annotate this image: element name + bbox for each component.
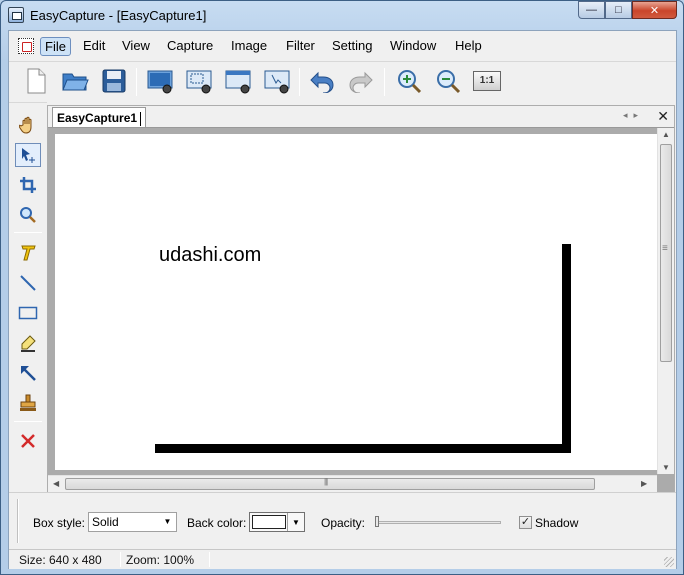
chevron-down-icon[interactable]: ▼ (287, 513, 304, 531)
opacity-slider[interactable] (375, 513, 501, 531)
arrow-tool-icon[interactable] (15, 361, 41, 385)
back-color-picker[interactable]: ▼ (249, 512, 305, 532)
redo-icon[interactable] (346, 66, 376, 96)
capture-fullscreen-icon[interactable] (145, 66, 175, 96)
undo-icon[interactable] (307, 66, 337, 96)
shadow-checkbox[interactable]: ✓ (519, 516, 532, 529)
stamp-icon[interactable] (15, 391, 41, 415)
scroll-left-icon[interactable]: ◀ (53, 479, 59, 488)
window-title: EasyCapture - [EasyCapture1] (30, 8, 207, 23)
opacity-label: Opacity: (321, 516, 366, 530)
zoom-in-icon[interactable] (394, 66, 424, 96)
close-button[interactable]: ✕ (632, 1, 677, 19)
vertical-scroll-thumb[interactable] (660, 144, 672, 362)
property-bar: Box style: Solid ▼ Back color: ▼ Opacity… (9, 492, 676, 548)
tab-scroll-left-icon[interactable]: ◂ (623, 110, 634, 120)
client-area: File Edit View Capture Image Filter Sett… (8, 30, 677, 569)
capture-object-icon[interactable] (262, 66, 292, 96)
crop-icon[interactable] (15, 173, 41, 197)
tab-scroll-right-icon[interactable]: ▸ (633, 110, 644, 120)
back-color-swatch (252, 515, 286, 529)
save-disk-icon[interactable] (99, 66, 129, 96)
document-tab-bar: EasyCapture1 ◂▸ ✕ (48, 106, 674, 128)
toolbar-grip[interactable] (17, 499, 19, 543)
status-image-size: Size: 640 x 480 (19, 553, 102, 567)
menu-setting[interactable]: Setting (328, 37, 376, 56)
text-tool-icon[interactable] (15, 241, 41, 265)
black-bar-horizontal (155, 444, 571, 453)
scroll-right-icon[interactable]: ▶ (641, 479, 647, 488)
resize-grip[interactable] (664, 557, 674, 567)
main-toolbar: 1:1 (9, 61, 676, 101)
menu-view[interactable]: View (118, 37, 154, 56)
magnifier-icon[interactable] (15, 203, 41, 227)
box-style-value: Solid (92, 515, 119, 529)
box-style-select[interactable]: Solid ▼ (88, 512, 177, 532)
scroll-up-icon[interactable]: ▲ (662, 130, 670, 139)
tab-label: EasyCapture1 (57, 111, 138, 125)
menu-edit[interactable]: Edit (79, 37, 109, 56)
menu-capture[interactable]: Capture (163, 37, 217, 56)
box-style-label: Box style: (33, 516, 86, 530)
window-controls: — □ ✕ (578, 1, 677, 19)
canvas-viewport: udashi.com ▲ ▼ ◀ ▶ (48, 128, 674, 492)
minimize-button[interactable]: — (578, 1, 605, 19)
capture-region-icon[interactable] (184, 66, 214, 96)
highlighter-icon[interactable] (15, 331, 41, 355)
actual-size-icon[interactable]: 1:1 (472, 66, 502, 96)
vertical-scrollbar[interactable]: ▲ ▼ (657, 128, 674, 474)
document-menu-icon[interactable] (18, 38, 34, 54)
hand-icon[interactable] (15, 113, 41, 137)
status-bar: Size: 640 x 480 Zoom: 100% (9, 549, 676, 569)
new-document-icon[interactable] (21, 66, 51, 96)
line-tool-icon[interactable] (15, 271, 41, 295)
menu-file[interactable]: File (40, 37, 71, 56)
scroll-down-icon[interactable]: ▼ (662, 463, 670, 472)
tab-scroll-buttons[interactable]: ◂▸ (623, 110, 644, 121)
actual-size-label: 1:1 (473, 71, 501, 91)
back-color-label: Back color: (187, 516, 247, 530)
title-bar[interactable]: EasyCapture - [EasyCapture1] — □ ✕ (1, 1, 683, 29)
maximize-button[interactable]: □ (605, 1, 632, 19)
horizontal-scroll-thumb[interactable] (65, 477, 595, 490)
menu-filter[interactable]: Filter (282, 37, 319, 56)
shadow-label: Shadow (535, 516, 579, 530)
rectangle-tool-icon[interactable] (15, 301, 41, 325)
delete-icon[interactable] (15, 429, 41, 453)
tab-close-icon[interactable]: ✕ (657, 108, 669, 125)
canvas-text: udashi.com (159, 244, 262, 266)
zoom-out-icon[interactable] (433, 66, 463, 96)
tab-easycapture1[interactable]: EasyCapture1 (52, 107, 147, 127)
menu-window[interactable]: Window (386, 37, 440, 56)
app-window: EasyCapture - [EasyCapture1] — □ ✕ File … (0, 0, 684, 575)
black-bar-vertical (562, 244, 571, 453)
menu-bar: File Edit View Capture Image Filter Sett… (9, 31, 676, 61)
capture-window-icon[interactable] (223, 66, 253, 96)
menu-image[interactable]: Image (227, 37, 271, 56)
chevron-down-icon[interactable]: ▼ (159, 513, 176, 531)
tools-panel (9, 102, 47, 488)
open-folder-icon[interactable] (60, 66, 90, 96)
image-canvas[interactable]: udashi.com (55, 134, 657, 470)
horizontal-scrollbar[interactable]: ◀ ▶ (48, 475, 657, 492)
app-icon[interactable] (8, 7, 24, 23)
document-area: EasyCapture1 ◂▸ ✕ udashi.com ▲ ▼ ◀ (47, 105, 675, 492)
slider-knob[interactable] (375, 516, 379, 527)
menu-help[interactable]: Help (451, 37, 486, 56)
select-pointer-icon[interactable] (15, 143, 41, 167)
slider-track (375, 521, 501, 524)
status-zoom: Zoom: 100% (126, 553, 195, 567)
